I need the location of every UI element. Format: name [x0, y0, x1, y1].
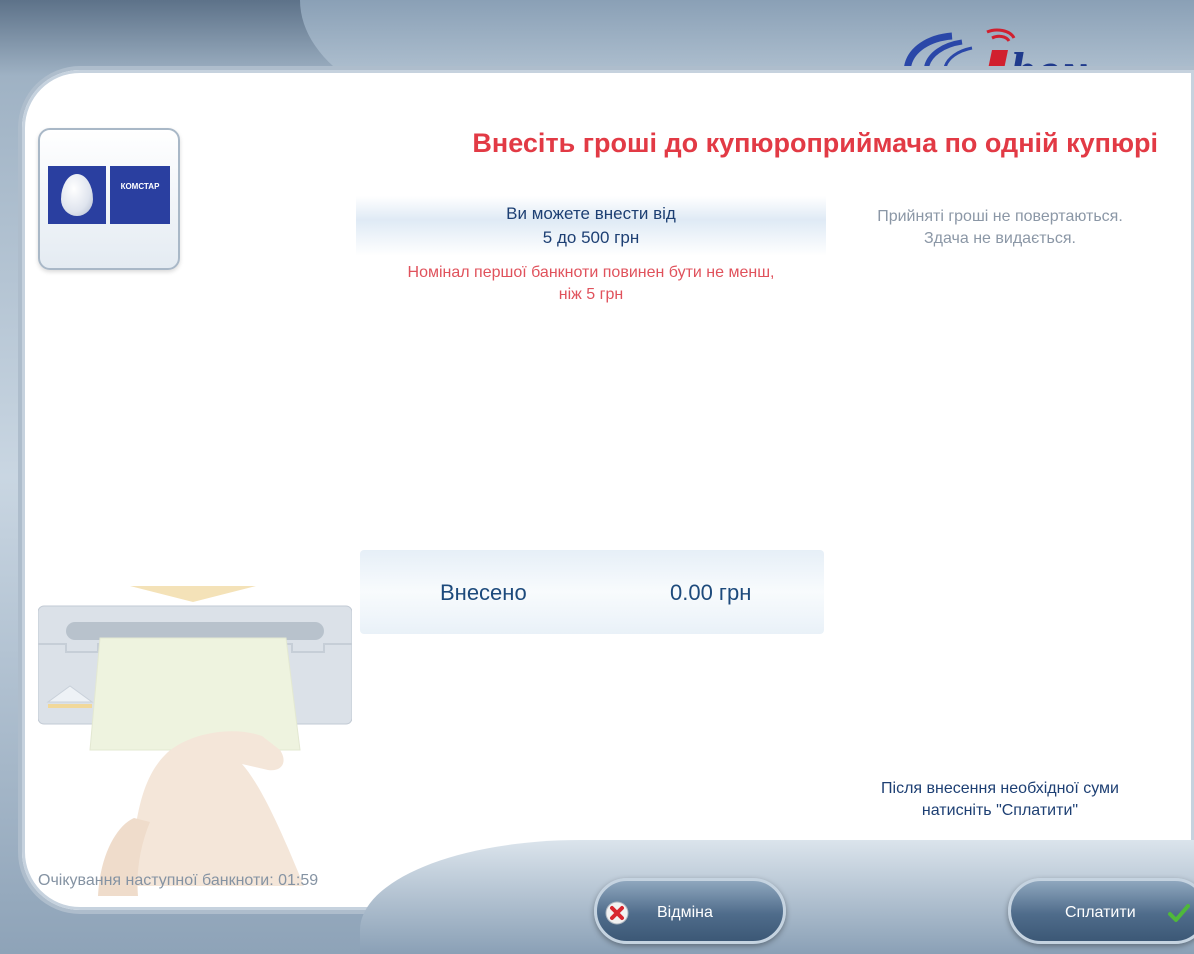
- provider-logo-left: [48, 166, 106, 224]
- no-refund-note: Прийняті гроші не повертаються. Здача не…: [830, 206, 1170, 250]
- range-line-1: Ви можете внести від: [506, 204, 676, 223]
- after-deposit-note: Після внесення необхідної суми натисніть…: [830, 778, 1170, 822]
- egg-icon: [61, 174, 93, 216]
- range-line-2: 5 до 500 грн: [542, 228, 640, 247]
- after-note-line-2: натисніть "Сплатити": [921, 802, 1079, 819]
- minimum-note: Номінал першої банкноти повинен бути не …: [356, 262, 826, 306]
- checkmark-icon: [1168, 904, 1190, 922]
- cancel-button-label: Відміна: [657, 904, 713, 921]
- deposited-amount-box: Внесено 0.00 грн: [360, 550, 824, 634]
- cancel-button[interactable]: Відміна: [594, 878, 786, 944]
- side-note-line-2: Здача не видається.: [923, 230, 1076, 247]
- pay-button[interactable]: Сплатити: [1008, 878, 1194, 944]
- close-icon: [605, 901, 629, 925]
- provider-logo-card: КОМСТАР: [38, 128, 180, 270]
- after-note-line-1: Після внесення необхідної суми: [881, 780, 1119, 797]
- provider-name: КОМСТАР: [110, 166, 170, 224]
- page-title: Внесіть гроші до купюроприймача по одній…: [472, 128, 1158, 158]
- bill-acceptor-illustration: [38, 586, 352, 896]
- min-note-line-2: ніж 5 грн: [558, 286, 624, 303]
- min-note-line-1: Номінал першої банкноти повинен бути не …: [407, 264, 775, 281]
- deposited-amount: 0.00 грн: [670, 580, 752, 605]
- timeout-timer: Очікування наступної банкноти: 01:59: [38, 872, 319, 889]
- deposited-label: Внесено: [440, 580, 527, 605]
- pay-button-label: Сплатити: [1065, 904, 1136, 921]
- side-note-line-1: Прийняті гроші не повертаються.: [877, 208, 1123, 225]
- deposit-range-box: Ви можете внести від 5 до 500 грн: [356, 196, 826, 256]
